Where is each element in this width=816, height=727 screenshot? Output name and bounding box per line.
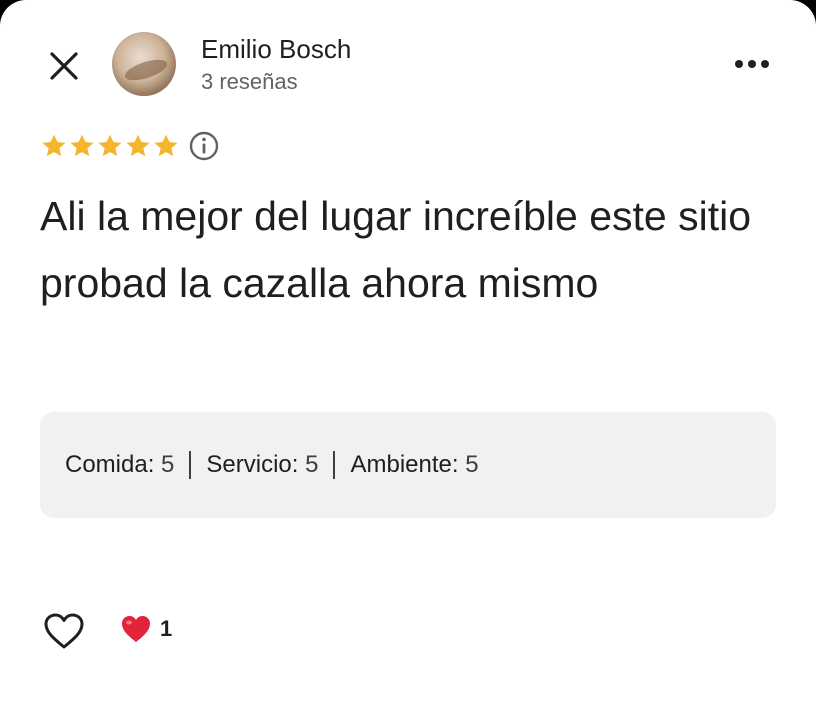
rating-value: 5 (465, 451, 479, 478)
rating-value: 5 (305, 451, 319, 478)
close-icon (50, 52, 78, 80)
star-icon (42, 134, 66, 157)
review-card: Emilio Bosch 3 reseñas Ali la mejor del … (0, 0, 816, 727)
divider (189, 451, 192, 479)
rating-item-comida: Comida: 5 (65, 451, 174, 479)
star-icon (126, 134, 150, 157)
more-horizontal-icon (735, 60, 769, 68)
rating-label: Ambiente: (350, 451, 459, 478)
like-button[interactable] (40, 608, 88, 654)
rating-label: Comida: (65, 451, 155, 478)
reaction-summary[interactable]: 1 (120, 614, 172, 644)
star-rating (40, 131, 180, 161)
info-icon[interactable] (188, 130, 220, 162)
reaction-count: 1 (160, 616, 173, 641)
divider (333, 451, 336, 479)
rating-value: 5 (161, 451, 175, 478)
star-icon (154, 134, 178, 157)
avatar[interactable] (112, 32, 176, 96)
ratings-breakdown: Comida: 5 Servicio: 5 Ambiente: 5 (40, 412, 776, 518)
user-name[interactable]: Emilio Bosch (201, 34, 351, 65)
rating-item-ambiente: Ambiente: 5 (350, 451, 478, 479)
user-review-count: 3 reseñas (201, 69, 298, 94)
close-button[interactable] (40, 42, 88, 90)
review-text: Ali la mejor del lugar increíble este si… (40, 193, 751, 306)
star-icon (98, 134, 122, 157)
red-heart-icon (122, 616, 150, 642)
rating-label: Servicio: (206, 451, 299, 478)
heart-outline-icon (44, 613, 84, 649)
more-options-button[interactable] (728, 44, 776, 84)
rating-item-servicio: Servicio: 5 (206, 451, 318, 479)
star-icon (70, 134, 94, 157)
